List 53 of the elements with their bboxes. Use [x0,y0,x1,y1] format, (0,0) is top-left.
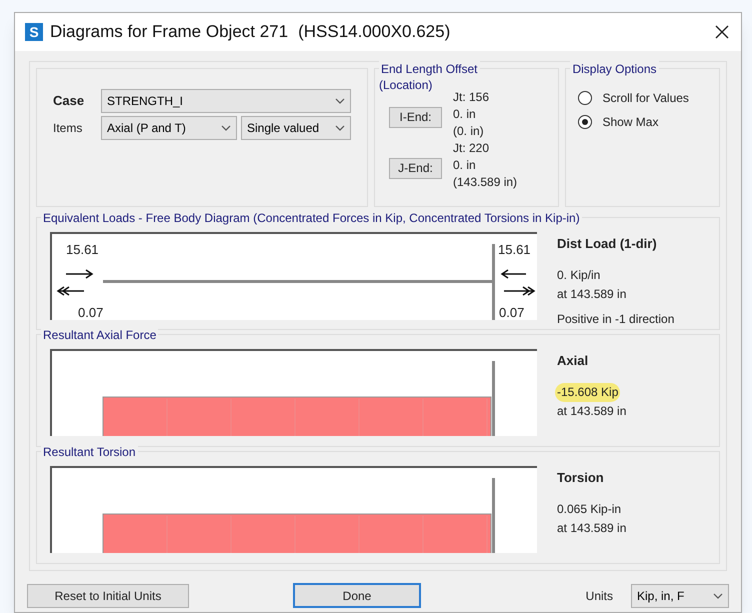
force-value: 15.61 [498,242,531,257]
panel-title: Equivalent Loads - Free Body Diagram (Concentrated Forces in Kip, Concentrated Torsions in Kip-in) [41,211,582,225]
end-button[interactable]: J-End: [389,158,442,178]
result-text: at 143.589 in [557,520,626,536]
end-button[interactable]: I-End: [389,106,442,128]
window-subtitle: (HSS14.000X0.625) [298,21,450,44]
items-label: Items [53,120,84,137]
units-dropdown[interactable]: Kip, in, F [631,584,729,608]
result-heading: Dist Load (1-dir) [557,235,658,253]
result-text: at 143.589 in [557,402,626,420]
panel-title: Resultant Torsion [41,445,138,459]
radio-button[interactable] [578,115,592,129]
window-title: Diagrams for Frame Object 271 [50,21,288,44]
reset-units-button[interactable]: Reset to Initial Units [27,584,189,608]
radio-button[interactable] [578,91,592,105]
group-title: End Length Offset [379,61,480,77]
radio-option[interactable]: Show Max [578,113,719,131]
radio-option[interactable]: Scroll for Values [578,89,719,107]
chevron-down-icon [335,98,345,104]
double-right-arrow-icon [503,286,536,296]
group-title: Display Options [570,61,658,77]
joint-text: Jt: 220 [453,140,490,157]
close-icon[interactable] [715,25,729,39]
joint-text: Jt: 156 [453,89,490,106]
chevron-down-icon [335,125,345,131]
force-value: 15.61 [66,242,99,257]
result-text: 0.065 Kip-in [557,500,622,518]
right-arrow-icon [65,269,94,279]
result-text: -15.608 Kip [555,382,620,402]
group-subtitle: (Location) [379,77,432,93]
torsion-value: 0.07 [499,305,524,320]
result-text: Positive in -1 direction [557,310,674,328]
left-arrow-icon [500,269,527,279]
location-text: (0. in) [453,123,485,140]
result-text: at 143.589 in [557,286,626,302]
offset-text: 0. in [453,106,477,123]
chevron-down-icon [713,592,723,598]
mode-dropdown[interactable]: Single valued [241,116,351,140]
done-button[interactable]: Done [293,583,421,608]
chevron-down-icon [221,125,231,131]
torsion-value: 0.07 [78,305,104,320]
result-heading: Torsion [557,469,605,487]
case-label: Case [53,92,86,110]
offset-text: 0. in [453,157,477,174]
app-icon: S [25,23,43,41]
items-dropdown[interactable]: Axial (P and T) [101,116,237,140]
double-left-arrow-icon [56,286,85,296]
result-text: 0. Kip/in [557,266,600,284]
panel-title: Resultant Axial Force [41,328,158,342]
result-heading: Axial [557,352,590,370]
units-label: Units [586,588,613,604]
location-text: (143.589 in) [453,174,518,191]
case-dropdown[interactable]: STRENGTH_I [101,89,351,113]
